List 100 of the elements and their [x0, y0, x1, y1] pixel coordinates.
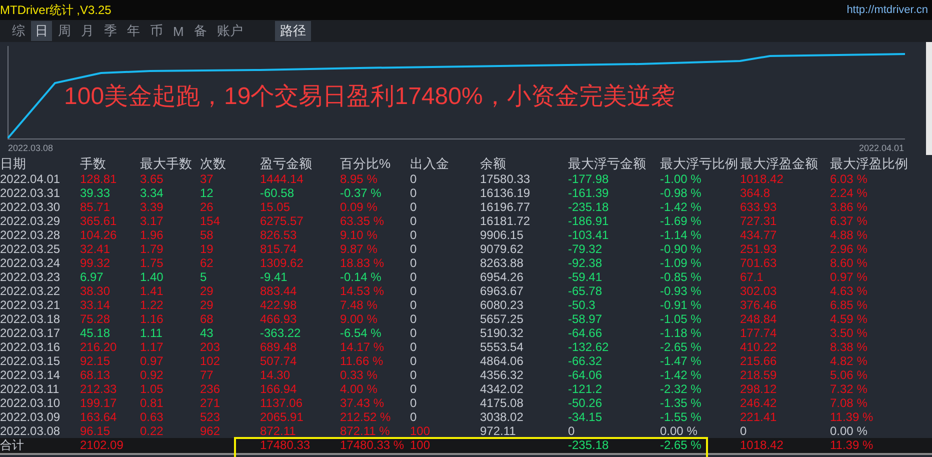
table-cell-text: 203: [200, 340, 222, 354]
column-header: 最大浮亏金额: [568, 155, 647, 172]
table-cell-text: 0.33 %: [340, 368, 378, 382]
table-cell-text: 77: [200, 368, 214, 382]
table-cell-text: 6963.67: [480, 284, 524, 298]
table-cell-text: -103.41: [568, 228, 610, 242]
table-cell-text: -92.38: [568, 256, 604, 270]
table-cell-text: 466.93: [260, 312, 298, 326]
table-cell-text: 1.05: [140, 382, 164, 396]
table-cell-text: 63.35 %: [340, 214, 386, 228]
table-cell-text: 37.43 %: [340, 396, 386, 410]
table-cell-text: 4.82 %: [830, 354, 868, 368]
table-cell-text: -1.55 %: [660, 410, 702, 424]
table-cell-text: 8.38 %: [830, 340, 868, 354]
tab[interactable]: 备: [190, 21, 211, 41]
table-cell-text: 177.74: [740, 326, 778, 340]
table-cell-text: 3.50 %: [830, 326, 868, 340]
table-cell-text: 26: [200, 200, 214, 214]
date-cell-text: 2022.03.31: [0, 186, 62, 200]
tab[interactable]: M: [169, 22, 188, 40]
table-cell-text: 17480.33 %: [340, 438, 406, 453]
table-cell-text: 212.33: [80, 382, 118, 396]
column-header: 日期: [0, 155, 27, 172]
table-cell-text: -0.14 %: [340, 270, 382, 284]
tab[interactable]: 季: [100, 21, 121, 41]
website-link[interactable]: http://mtdriver.cn: [846, 4, 928, 16]
table-cell-text: 0: [410, 214, 418, 228]
date-cell-text: 2022.03.10: [0, 396, 62, 410]
table-cell-text: 92.15: [80, 354, 112, 368]
chart-headline: 100美金起跑，19个交易日盈利17480%，小资金完美逆袭: [64, 82, 675, 112]
table-cell-text: 9079.62: [480, 242, 524, 256]
table-cell-text: 14.30: [260, 368, 292, 382]
table-cell-text: 0: [410, 298, 418, 312]
table-cell-text: 0.00 %: [660, 424, 698, 438]
column-header: 百分比%: [340, 155, 392, 172]
table-cell-text: 633.93: [740, 200, 778, 214]
table-cell-text: 0: [410, 382, 418, 396]
tab[interactable]: 综: [8, 21, 29, 41]
date-cell-text: 2022.03.24: [0, 256, 62, 270]
table-cell-text: 3.39: [140, 200, 164, 214]
window-title: MTDriver统计 ,V3.25: [0, 2, 112, 18]
table-cell-text: 1018.42: [740, 438, 784, 453]
table-cell-text: 0: [410, 256, 418, 270]
tab[interactable]: 日: [31, 21, 52, 41]
date-cell-text: 2022.03.22: [0, 284, 62, 298]
table-cell-text: 0: [740, 424, 748, 438]
table-cell-text: 14.17 %: [340, 340, 386, 354]
date-cell-text: 2022.03.23: [0, 270, 62, 284]
tab[interactable]: 账户: [212, 21, 247, 41]
date-cell-text: 2022.03.28: [0, 228, 62, 242]
date-cell-text: 2022.03.17: [0, 326, 62, 340]
table-cell-text: 6.03 %: [830, 172, 868, 186]
table-cell-text: 236: [200, 382, 222, 396]
column-header: 盈亏金额: [260, 155, 313, 172]
tab[interactable]: 币: [146, 21, 167, 41]
column-header: 次数: [200, 155, 227, 172]
table-cell-text: 215.66: [740, 354, 778, 368]
path-button[interactable]: 路径: [274, 21, 311, 41]
table-cell-text: -0.90 %: [660, 242, 702, 256]
table-cell-text: 1.22: [140, 298, 164, 312]
tab[interactable]: 周: [54, 21, 75, 41]
table-cell-text: 0.22: [140, 424, 164, 438]
table-cell-text: 365.61: [80, 214, 118, 228]
tab[interactable]: 年: [123, 21, 144, 41]
table-cell-text: -60.58: [260, 186, 296, 200]
table-cell-text: 872.11: [260, 424, 297, 438]
table-cell-text: -1.09 %: [660, 256, 702, 270]
table-cell-text: 11.39 %: [830, 438, 874, 453]
table-cell-text: -58.97: [568, 312, 604, 326]
table-cell-text: 166.94: [260, 382, 298, 396]
table-cell-text: -1.18 %: [660, 326, 702, 340]
table-cell-text: 3.86 %: [830, 200, 868, 214]
table-cell-text: -1.05 %: [660, 312, 702, 326]
table-cell-text: -1.42 %: [660, 200, 702, 214]
table-cell-text: 0: [410, 228, 418, 242]
table-cell-text: -1.69 %: [660, 214, 702, 228]
table-cell-text: 0: [410, 172, 418, 186]
table-cell-text: 8.95 %: [340, 172, 378, 186]
date-cell-text: 2022.03.29: [0, 214, 62, 228]
date-cell-text: 2022.03.11: [0, 382, 60, 396]
table-cell-text: -50.26: [568, 396, 604, 410]
table-cell-text: 302.03: [740, 284, 778, 298]
table-cell-text: -66.32: [568, 354, 604, 368]
column-header: 手数: [80, 155, 107, 172]
table-cell-text: 3.17: [140, 214, 164, 228]
scroll-bar[interactable]: [926, 42, 932, 155]
table-cell-text: 9.00 %: [340, 312, 378, 326]
table-cell-text: 4.00 %: [340, 382, 378, 396]
date-cell-text: 2022.03.18: [0, 312, 62, 326]
table-cell-text: 5553.54: [480, 340, 524, 354]
table-cell-text: -2.65 %: [660, 438, 702, 453]
table-cell-text: 0.97: [140, 354, 164, 368]
tab[interactable]: 月: [77, 21, 98, 41]
table-cell-text: 0: [410, 186, 418, 200]
table-cell-text: -235.18: [568, 200, 610, 214]
table-cell-text: 0: [410, 354, 418, 368]
table-cell-text: 9.10 %: [340, 228, 378, 242]
table-cell-text: -0.91 %: [660, 298, 702, 312]
column-header: 最大浮盈比例: [830, 155, 909, 172]
table-cell-text: -50.3: [568, 298, 596, 312]
